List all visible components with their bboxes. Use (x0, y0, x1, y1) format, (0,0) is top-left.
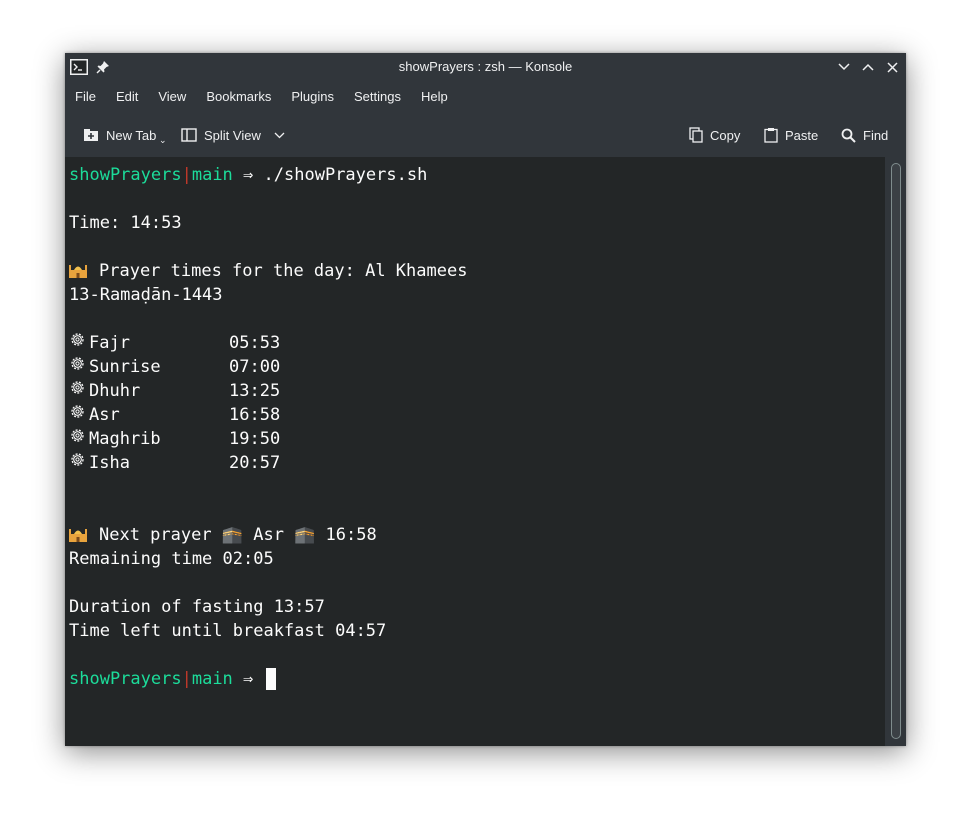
gear-icon (69, 403, 89, 427)
scrollbar-thumb[interactable] (891, 163, 901, 739)
header-line: Prayer times for the day: Al Khamees (69, 259, 467, 283)
split-view-label: Split View (204, 127, 261, 143)
prompt-dir: showPrayers (69, 165, 182, 185)
text-cursor (265, 668, 276, 690)
menu-help[interactable]: Help (411, 81, 458, 113)
prompt-command: ./showPrayers.sh (263, 165, 428, 185)
header-text: Prayer times for the day: Al Khamees (99, 261, 468, 281)
terminal-output[interactable]: showPrayers|main ⇒ ./showPrayers.sh Time… (65, 157, 885, 746)
prompt-arrow: ⇒ (243, 669, 254, 689)
chevron-down-icon[interactable] (274, 132, 285, 139)
prompt-separator: | (181, 165, 192, 185)
copy-label: Copy (710, 127, 741, 143)
prayer-name: Sunrise (89, 357, 161, 377)
copy-button[interactable]: Copy (689, 113, 740, 157)
prayer-name: Isha (89, 453, 130, 473)
prayer-row: Maghrib 19:50 (69, 427, 280, 451)
prayer-row: Isha 20:57 (69, 451, 280, 475)
prayer-row: Asr 16:58 (69, 403, 280, 427)
prayer-time: 19:50 (229, 429, 281, 449)
prompt-separator: | (181, 669, 192, 689)
prayer-row: Sunrise 07:00 (69, 355, 280, 379)
search-icon (841, 128, 856, 143)
gear-icon (69, 379, 89, 403)
prayer-time: 05:53 (229, 333, 281, 353)
command-prompt-line: showPrayers|main ⇒ ./showPrayers.sh (69, 163, 427, 187)
menu-bookmarks[interactable]: Bookmarks (196, 81, 281, 113)
prayer-row: Dhuhr 13:25 (69, 379, 280, 403)
prayer-name: Fajr (89, 333, 130, 353)
prayer-name: Maghrib (89, 429, 161, 449)
next-prayer-line: Next prayer 🕋 Asr 🕋 16:58 (69, 523, 377, 547)
chevron-down-icon[interactable]: ⌄ (159, 135, 167, 146)
menu-view[interactable]: View (148, 81, 196, 113)
mosque-icon (69, 261, 87, 278)
prompt-branch: main (191, 165, 233, 185)
menu-settings[interactable]: Settings (344, 81, 411, 113)
gear-icon (69, 427, 89, 451)
paste-label: Paste (785, 127, 819, 143)
prayer-name: Dhuhr (89, 381, 141, 401)
prayer-time: 07:00 (229, 357, 281, 377)
gear-icon (69, 331, 89, 355)
prayer-name: Asr (89, 405, 120, 425)
prompt-branch: main (191, 669, 233, 689)
paste-button[interactable]: Paste (764, 113, 818, 157)
gear-icon (69, 451, 89, 475)
find-label: Find (863, 127, 889, 143)
fasting-duration-line: Duration of fasting 13:57 (69, 597, 325, 617)
close-icon[interactable] (884, 58, 900, 76)
vertical-scrollbar[interactable] (885, 157, 906, 746)
breakfast-left-line: Time left until breakfast 04:57 (69, 621, 387, 641)
chevron-up-icon[interactable] (860, 58, 876, 76)
copy-icon (689, 127, 703, 143)
chevron-down-icon[interactable] (836, 58, 852, 76)
split-view-button[interactable]: Split View (181, 113, 285, 157)
mosque-icon (69, 525, 87, 542)
prayer-time: 20:57 (229, 453, 281, 473)
new-tab-label: New Tab (106, 127, 157, 143)
remaining-time-line: Remaining time 02:05 (69, 549, 274, 569)
menu-plugins[interactable]: Plugins (281, 81, 344, 113)
active-prompt-line[interactable]: showPrayers|main ⇒ (69, 667, 276, 691)
menu-bar: File Edit View Bookmarks Plugins Setting… (65, 81, 906, 113)
time-line: Time: 14:53 (69, 213, 182, 233)
menu-file[interactable]: File (65, 81, 106, 113)
paste-icon (764, 127, 778, 143)
split-view-icon (181, 128, 197, 142)
prayer-time: 16:58 (229, 405, 281, 425)
prompt-dir: showPrayers (69, 669, 182, 689)
new-tab-button[interactable]: New Tab ⌄ (83, 113, 167, 157)
menu-edit[interactable]: Edit (106, 81, 148, 113)
toolbar: New Tab ⌄ Split View Copy Paste Find (65, 113, 906, 157)
prayer-row: Fajr 05:53 (69, 331, 280, 355)
title-bar: showPrayers : zsh — Konsole (65, 53, 906, 81)
new-tab-icon (83, 128, 99, 142)
konsole-window: showPrayers : zsh — Konsole File Edit Vi… (65, 53, 906, 746)
find-button[interactable]: Find (841, 113, 888, 157)
prayer-time: 13:25 (229, 381, 281, 401)
prompt-arrow: ⇒ (243, 165, 254, 185)
next-prayer-text: Next prayer 🕋 Asr 🕋 16:58 (99, 525, 377, 545)
window-title: showPrayers : zsh — Konsole (398, 59, 573, 74)
date-line: 13-Ramaḍān-1443 (69, 285, 223, 305)
gear-icon (69, 355, 89, 379)
